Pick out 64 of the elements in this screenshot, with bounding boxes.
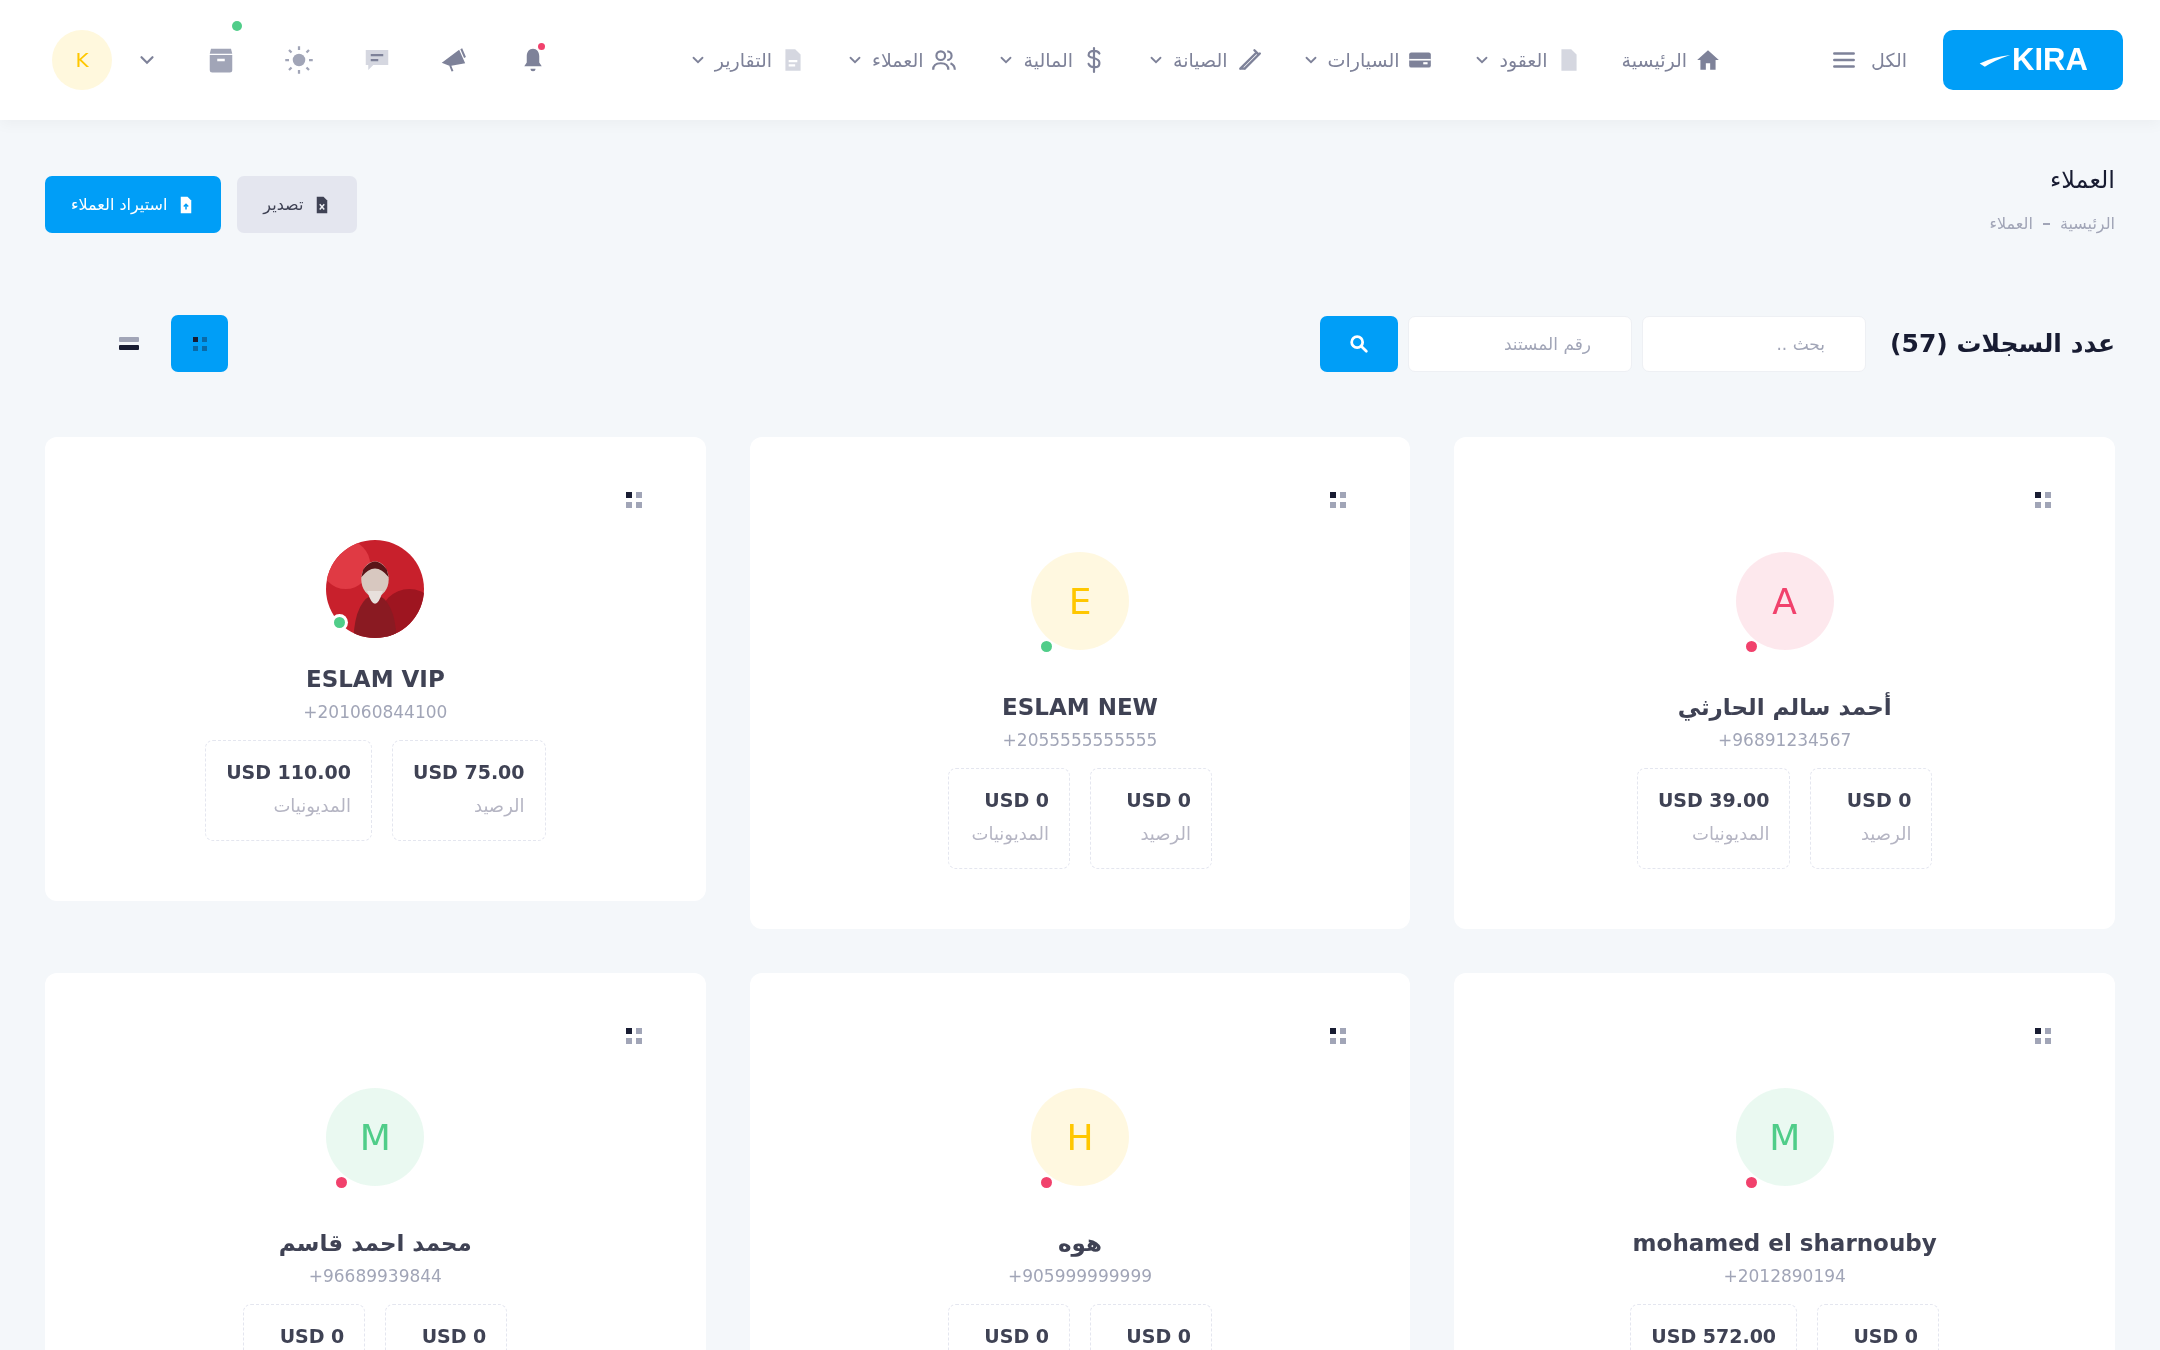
search-icon	[1348, 332, 1371, 355]
grid-icon[interactable]	[2033, 1026, 2053, 1047]
customer-name: أحمد سالم الحارثي	[1677, 694, 1892, 721]
customer-name: هوه	[1058, 1230, 1102, 1257]
export-button[interactable]: تصدير	[237, 176, 358, 233]
nav-item[interactable]: الصيانة	[1147, 47, 1262, 73]
document-number-field[interactable]: رقم المستند	[1408, 315, 1633, 372]
stat-value: USD 75.00	[412, 761, 525, 784]
breadcrumb-separator	[2042, 222, 2050, 225]
customer-phone: +96689939844	[308, 1266, 442, 1287]
stat-value: USD 0	[1125, 1325, 1191, 1348]
grid-icon[interactable]	[623, 490, 644, 511]
customer-phone: +96891234567	[1718, 730, 1852, 751]
stat-value: USD 0	[1125, 789, 1191, 812]
customer-avatar: E	[1031, 552, 1129, 651]
customer-avatar: H	[1031, 1088, 1129, 1187]
grid-icon[interactable]	[623, 1026, 644, 1047]
import-button[interactable]: استيراد العملاء	[45, 176, 222, 233]
nav-item[interactable]: التقارير	[688, 47, 806, 73]
search-field[interactable]: بحث ..	[1642, 315, 1867, 372]
grid-icon[interactable]	[1328, 490, 1349, 511]
customer-phone: +201060844100	[303, 702, 448, 723]
stat-value: USD 572.00	[1651, 1325, 1777, 1348]
grid-view-button[interactable]	[171, 315, 228, 373]
stat-value: USD 39.00	[1657, 789, 1770, 812]
customer-avatar: M	[1735, 1088, 1834, 1187]
stat-label: المديونيات	[272, 795, 351, 817]
stat-value: USD 0	[983, 789, 1049, 812]
nav-item[interactable]: الرئيسية	[1621, 47, 1722, 73]
nav-item[interactable]: المالية	[997, 47, 1108, 73]
stat-value: USD 0	[278, 1325, 345, 1348]
search-button[interactable]	[1320, 315, 1399, 372]
customer-name: محمد احمد قاسم	[278, 1230, 472, 1257]
stat-value: USD 0	[1845, 789, 1912, 812]
nav-item[interactable]: العقود	[1473, 47, 1582, 73]
stat-label: المديونيات	[1690, 823, 1770, 845]
stat-label: المديونيات	[970, 823, 1049, 845]
breadcrumb-link[interactable]: الرئيسية	[2059, 214, 2115, 234]
stat-value: USD 0	[420, 1325, 487, 1348]
customer-avatar: M	[326, 1088, 425, 1187]
stat-value: USD 110.00	[226, 761, 351, 784]
stat-value: USD 0	[983, 1325, 1049, 1348]
customer-name: mohamed el sharnouby	[1632, 1230, 1937, 1257]
stat-value: USD 0	[1852, 1325, 1919, 1348]
customer-phone: +905999999999	[1008, 1266, 1153, 1287]
stat-label: الرصيد	[472, 795, 525, 817]
customer-avatar: A	[1735, 552, 1834, 651]
logo[interactable]: KIRA	[1943, 30, 2123, 90]
breadcrumb-link[interactable]: العملاء	[1989, 214, 2033, 234]
grid-icon[interactable]	[1328, 1026, 1349, 1047]
customer-name: ESLAM NEW	[1002, 694, 1158, 721]
grid-icon[interactable]	[2033, 490, 2053, 511]
nav-item[interactable]: السيارات	[1301, 47, 1434, 73]
users-icon	[931, 47, 958, 73]
customer-name: ESLAM VIP	[305, 666, 445, 693]
stat-label: الرصيد	[1139, 823, 1191, 845]
all-menu-link[interactable]: الكل	[1831, 47, 1907, 73]
page-title: العملاء	[2048, 165, 2115, 196]
nav-item[interactable]: العملاء	[845, 47, 958, 73]
customer-phone: +2012890194	[1723, 1266, 1846, 1287]
stat-label: الرصيد	[1859, 823, 1912, 845]
sun-icon	[284, 45, 314, 75]
record-count: عدد السجلات (57)	[1890, 329, 2115, 359]
customer-phone: +2055555555555	[1002, 730, 1158, 751]
